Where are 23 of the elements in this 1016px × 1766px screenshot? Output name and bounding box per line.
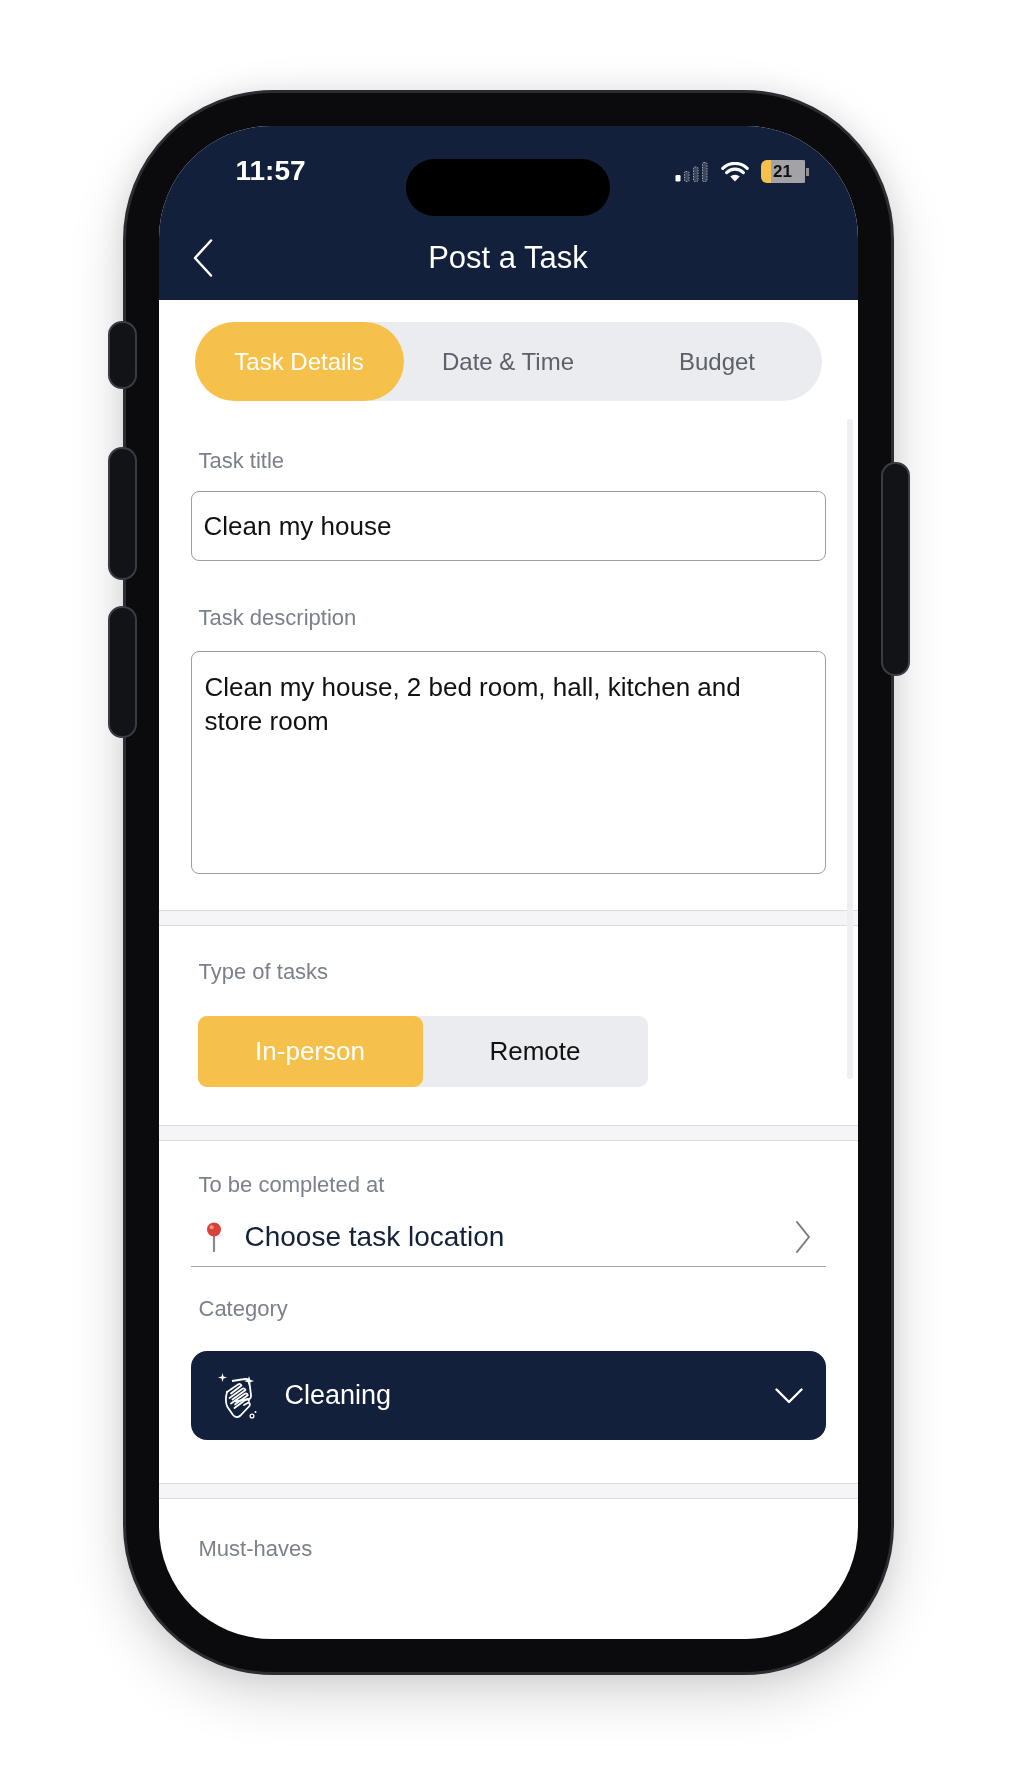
- tab[interactable]: Date & Time: [403, 322, 613, 401]
- section-label: Must-haves: [197, 1536, 314, 1562]
- task-description-input[interactable]: Clean my house, 2 bed room, hall, kitchen and store room: [190, 651, 826, 874]
- field-label: Category: [197, 1296, 289, 1322]
- cleaning-hand-icon: [217, 1371, 258, 1420]
- category-dropdown[interactable]: Cleaning: [190, 1351, 826, 1440]
- signal-icon: [674, 161, 709, 182]
- task-title-input[interactable]: Clean my house: [190, 491, 826, 561]
- wifi-icon: [720, 161, 749, 182]
- field-label: Type of tasks: [197, 959, 330, 985]
- field-label: Task description: [197, 605, 358, 631]
- screen-title: Post a Task: [428, 239, 588, 277]
- map-pin-icon: [205, 1222, 222, 1252]
- chevron-right-icon: [794, 1220, 811, 1254]
- location-picker[interactable]: Choose task location: [190, 1208, 826, 1267]
- field-label: Task title: [197, 448, 286, 474]
- field-label: To be completed at: [197, 1172, 386, 1198]
- task-type-option[interactable]: Remote: [422, 1016, 648, 1087]
- chevron-left-icon: [192, 239, 213, 277]
- battery-indicator: 21: [760, 160, 809, 183]
- status-time: 11:57: [235, 156, 306, 186]
- tab[interactable]: Budget: [612, 322, 822, 401]
- chevron-down-icon: [774, 1387, 803, 1404]
